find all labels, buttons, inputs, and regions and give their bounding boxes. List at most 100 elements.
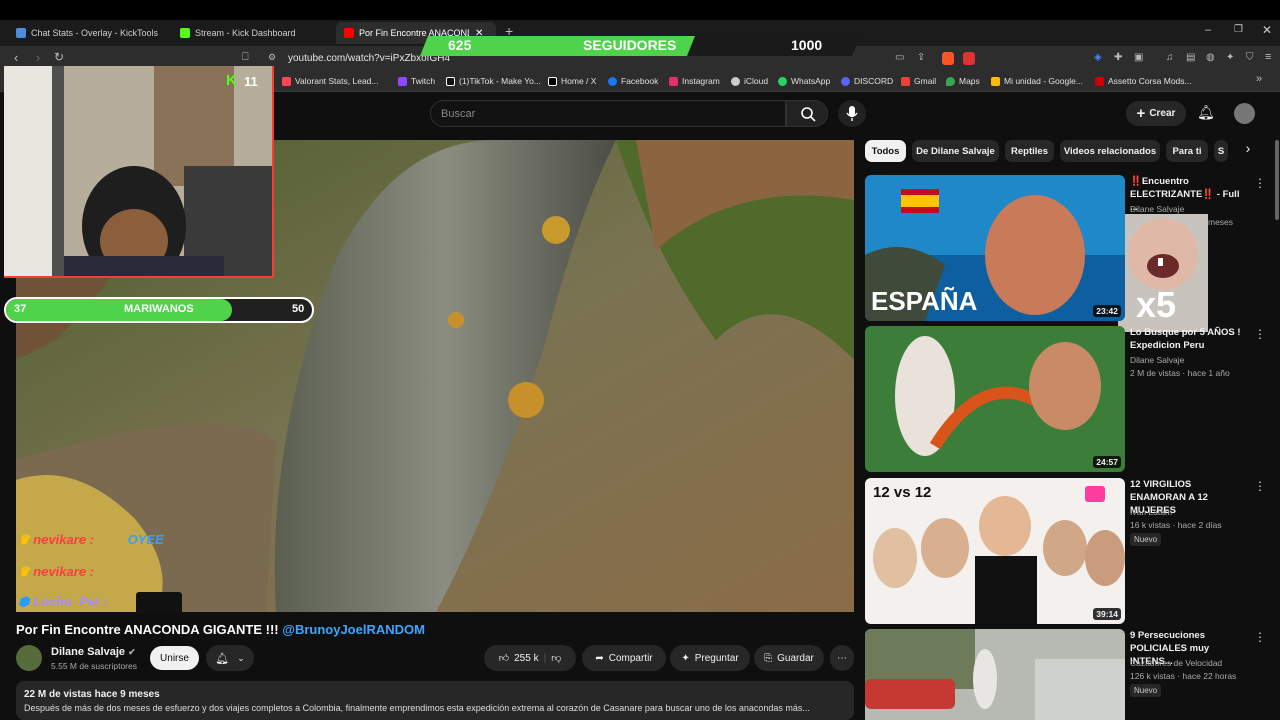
followers-goal: 1000 (791, 37, 823, 53)
x-icon (548, 76, 557, 86)
minimize-icon[interactable]: – (1205, 24, 1211, 36)
bookmark-x[interactable]: Home / X (548, 76, 596, 86)
ask-label: Preguntar (694, 652, 739, 664)
ask-button[interactable]: ✦ Preguntar (670, 645, 750, 671)
more-vert-icon[interactable]: ⋮ (1254, 327, 1266, 341)
search-icon (801, 107, 816, 122)
bookmark-whatsapp[interactable]: WhatsApp (778, 76, 830, 86)
like-dislike-group: 👍︎ 255 k | 👎︎ (484, 645, 576, 671)
video-title: Por Fin Encontre ANACONDA GIGANTE !!! @B… (16, 622, 425, 637)
avatar[interactable] (1234, 103, 1255, 124)
plus-icon: + (1136, 105, 1146, 122)
maximize-icon[interactable]: ❐ (1234, 24, 1243, 35)
chip-for-you[interactable]: Para ti (1166, 140, 1208, 162)
scrollbar[interactable] (1275, 140, 1279, 220)
forward-icon[interactable]: › (36, 50, 40, 65)
like-button[interactable]: 👍︎ 255 k (499, 652, 539, 665)
chip-reptiles[interactable]: Reptiles (1005, 140, 1054, 162)
search-box[interactable]: Buscar (430, 100, 786, 127)
related-channel[interactable]: Iván Latam (1130, 507, 1172, 517)
back-icon[interactable]: ‹ (14, 50, 18, 65)
menu-icon[interactable]: ≡ (1265, 51, 1271, 63)
meme-overlay: x5 (1118, 214, 1208, 332)
new-badge: Nuevo (1130, 684, 1162, 697)
chip-channel[interactable]: De Dilane Salvaje (912, 140, 999, 162)
save-button[interactable]: ⎘ Guardar (754, 645, 824, 671)
more-actions-button[interactable]: ⋯ (830, 645, 854, 671)
more-vert-icon[interactable]: ⋮ (1254, 176, 1266, 190)
description-box[interactable]: 22 M de vistas hace 9 meses Después de m… (16, 681, 854, 720)
sidebar-icon[interactable]: ▣ (1134, 52, 1143, 63)
chip-partial[interactable]: S (1214, 140, 1228, 162)
bookmark-discord[interactable]: DISCORD (841, 76, 893, 86)
extension-icon[interactable]: ◈ (1094, 52, 1102, 63)
mention-link[interactable]: @BrunoyJoelRANDOM (282, 622, 425, 637)
related-title[interactable]: Lo Busque por 5 AÑOS ! Expedicion Peru (1130, 326, 1248, 352)
vpn-icon[interactable]: ◍ (1206, 52, 1215, 63)
related-thumbnail[interactable]: 24:57 (865, 326, 1125, 472)
chip-related[interactable]: Videos relacionados (1060, 140, 1160, 162)
join-button[interactable]: Unirse (150, 646, 199, 670)
site-info-icon[interactable]: ⚙ (268, 52, 276, 63)
protection-icon[interactable]: ⛉ (1246, 52, 1254, 63)
bookmark-drive[interactable]: Mi unidad - Google... (991, 76, 1083, 86)
channel-avatar[interactable] (16, 645, 42, 671)
save-label: Guardar (777, 652, 814, 664)
notifications-icon[interactable]: 🔔︎ (1197, 104, 1215, 121)
maps-icon (946, 76, 955, 86)
brave-shield-icon[interactable] (942, 52, 954, 65)
more-bookmarks-icon[interactable]: » (1256, 73, 1262, 85)
mariwanos-current: 37 (14, 303, 27, 315)
related-thumbnail[interactable]: 12 vs 12 39:14 (865, 478, 1125, 624)
related-channel[interactable]: Dilane Salvaje (1130, 355, 1184, 365)
duration-badge: 23:42 (1093, 305, 1121, 317)
bookmark-icloud[interactable]: iCloud (731, 76, 768, 86)
related-thumbnail[interactable] (865, 629, 1125, 720)
leo-icon[interactable]: ✦ (1226, 52, 1234, 63)
search-input[interactable]: Buscar (441, 108, 475, 120)
bookmark-maps[interactable]: Maps (946, 76, 980, 86)
bookmark-icon[interactable]: ⎕ (242, 51, 249, 64)
bookmark-assetto[interactable]: Assetto Corsa Mods... (1095, 76, 1192, 86)
search-button[interactable] (786, 100, 828, 127)
share-button[interactable]: ➦ Compartir (582, 645, 666, 671)
media-icon[interactable]: ♫ (1166, 52, 1174, 63)
webcam-overlay: K 11 (4, 66, 274, 278)
notify-button[interactable]: 🔔︎ ⌄ (206, 645, 254, 671)
chevron-right-icon[interactable]: › (1236, 140, 1260, 162)
related-thumbnail[interactable]: ESPAÑA 23:42 (865, 175, 1125, 321)
thumbs-down-icon[interactable]: 👎︎ (551, 652, 561, 664)
channel-name[interactable]: Dilane Salvaje ✔ (51, 646, 136, 658)
save-icon: ⎘ (764, 652, 773, 664)
reload-icon[interactable]: ↻ (54, 50, 64, 64)
bookmark-tiktok[interactable]: (1)TikTok - Make Yo... (446, 76, 541, 86)
bookmark-gmail[interactable]: Gmail (901, 76, 936, 86)
more-vert-icon[interactable]: ⋮ (1254, 630, 1266, 644)
tab-kick-dashboard[interactable]: Stream - Kick Dashboard (172, 22, 332, 44)
valorant-icon (282, 76, 291, 86)
wallet-icon[interactable]: ▤ (1186, 52, 1195, 63)
tab-kicktools[interactable]: Chat Stats - Overlay - KickTools (8, 22, 168, 44)
related-channel[interactable]: Dilane Salvaje (1130, 204, 1184, 214)
puzzle-icon[interactable]: ✚ (1114, 52, 1122, 63)
more-vert-icon[interactable]: ⋮ (1254, 479, 1266, 493)
bookmark-instagram[interactable]: Instagram (669, 76, 720, 86)
voice-search-button[interactable] (838, 100, 866, 127)
chat-message: ⬢ Lochu_Pai : (18, 592, 182, 614)
chat-message: ♛ nevikare : (18, 564, 94, 579)
cast-icon[interactable]: ▭ (895, 52, 904, 63)
thumbnail-text: ESPAÑA (871, 286, 978, 316)
bookmark-valorant[interactable]: Valorant Stats, Lead... (282, 76, 378, 86)
create-button[interactable]: + Crear (1126, 101, 1186, 126)
related-channel[interactable]: Cazadores de Velocidad (1130, 658, 1222, 668)
crown-icon: ♛ (18, 532, 30, 547)
bookmark-facebook[interactable]: Facebook (608, 76, 658, 86)
bookmark-label: DISCORD (854, 76, 894, 86)
close-window-icon[interactable]: ✕ (1262, 23, 1272, 37)
share-icon[interactable]: ⇪ (917, 52, 925, 63)
brave-rewards-icon[interactable] (963, 52, 975, 65)
badge-icon: ⬢ (18, 594, 30, 609)
kick-logo-icon: K (226, 72, 237, 89)
bookmark-twitch[interactable]: Twitch (398, 76, 435, 86)
chip-todos[interactable]: Todos (865, 140, 906, 162)
